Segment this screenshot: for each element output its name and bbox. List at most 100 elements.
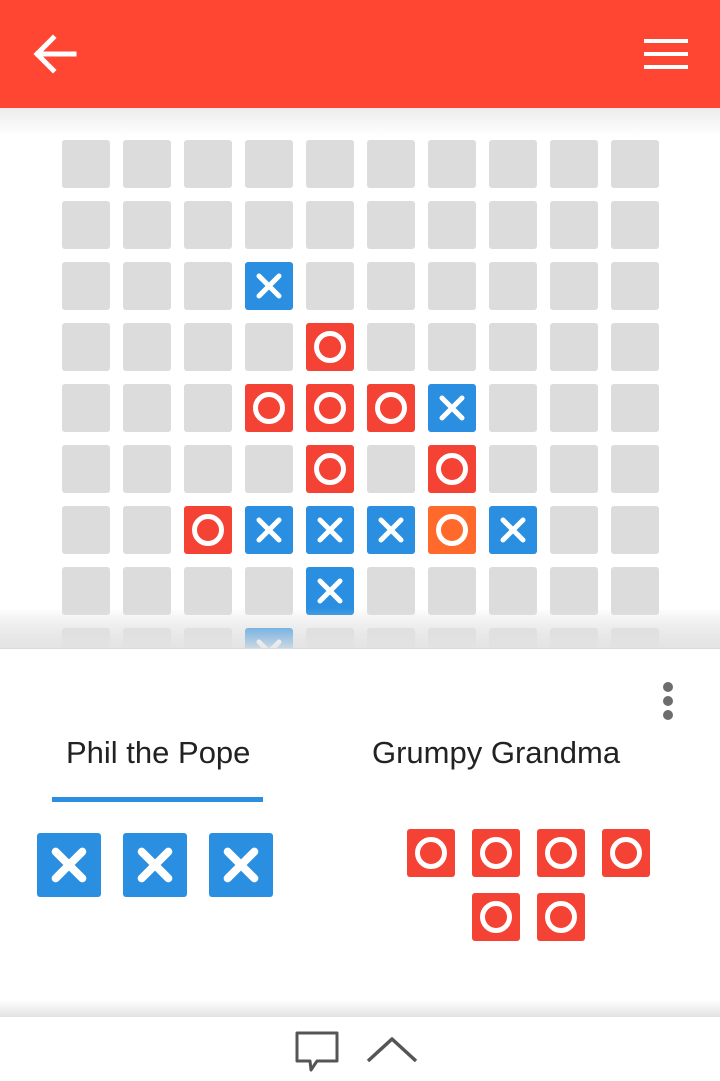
- expand-panel-button[interactable]: [364, 1031, 420, 1067]
- board-cell-empty[interactable]: [62, 506, 110, 554]
- board-cell-empty[interactable]: [611, 384, 659, 432]
- board-cell-empty[interactable]: [550, 262, 598, 310]
- board-cell-o[interactable]: [306, 323, 354, 371]
- board-cell-x[interactable]: [428, 384, 476, 432]
- board-cell-empty[interactable]: [428, 201, 476, 249]
- board-cell-empty[interactable]: [367, 262, 415, 310]
- board-cell-empty[interactable]: [611, 567, 659, 615]
- board-cell-empty[interactable]: [489, 201, 537, 249]
- board-cell-x[interactable]: [367, 506, 415, 554]
- board-cell-empty[interactable]: [550, 506, 598, 554]
- board-cell-empty[interactable]: [611, 201, 659, 249]
- o-mark-icon: [253, 392, 285, 424]
- board-cell-empty[interactable]: [184, 628, 232, 648]
- board-cell-empty[interactable]: [184, 323, 232, 371]
- board-cell-empty[interactable]: [245, 140, 293, 188]
- board-cell-empty[interactable]: [550, 140, 598, 188]
- board-cell-empty[interactable]: [245, 201, 293, 249]
- board-cell-empty[interactable]: [62, 567, 110, 615]
- board-cell-empty[interactable]: [428, 628, 476, 648]
- board-cell-empty[interactable]: [184, 140, 232, 188]
- back-button[interactable]: [28, 30, 82, 78]
- board-cell-empty[interactable]: [367, 628, 415, 648]
- board-cell-empty[interactable]: [489, 323, 537, 371]
- board-cell-empty[interactable]: [611, 445, 659, 493]
- board-cell-x[interactable]: [245, 506, 293, 554]
- board-cell-empty[interactable]: [62, 201, 110, 249]
- board-cell-empty[interactable]: [367, 323, 415, 371]
- board-cell-empty[interactable]: [62, 323, 110, 371]
- board-cell-empty[interactable]: [550, 445, 598, 493]
- board-cell-empty[interactable]: [489, 140, 537, 188]
- options-button[interactable]: [652, 677, 684, 725]
- x-mark-icon: [378, 517, 404, 543]
- board-cell-o[interactable]: [367, 384, 415, 432]
- board-cell-empty[interactable]: [550, 323, 598, 371]
- board-cell-empty[interactable]: [123, 323, 171, 371]
- board-cell-empty[interactable]: [550, 628, 598, 648]
- o-mark-icon: [314, 392, 346, 424]
- board-cell-empty[interactable]: [62, 384, 110, 432]
- board-cell-empty[interactable]: [611, 262, 659, 310]
- board-cell-empty[interactable]: [123, 262, 171, 310]
- board-cell-x[interactable]: [489, 506, 537, 554]
- board-cell-empty[interactable]: [245, 567, 293, 615]
- board-cell-empty[interactable]: [245, 323, 293, 371]
- board-cell-empty[interactable]: [184, 567, 232, 615]
- board-cell-empty[interactable]: [367, 445, 415, 493]
- o-mark-icon: [375, 392, 407, 424]
- board-cell-empty[interactable]: [611, 628, 659, 648]
- board-cell-empty[interactable]: [123, 201, 171, 249]
- chat-button[interactable]: [292, 1029, 342, 1075]
- board-cell-empty[interactable]: [123, 506, 171, 554]
- board-cell-empty[interactable]: [550, 567, 598, 615]
- board-cell-x[interactable]: [245, 262, 293, 310]
- board-cell-empty[interactable]: [428, 140, 476, 188]
- o-mark-icon: [314, 453, 346, 485]
- board-cell-o[interactable]: [184, 506, 232, 554]
- board-cell-empty[interactable]: [306, 140, 354, 188]
- board-cell-empty[interactable]: [611, 323, 659, 371]
- board-cell-empty[interactable]: [184, 445, 232, 493]
- board-cell-empty[interactable]: [306, 262, 354, 310]
- board-cell-empty[interactable]: [123, 445, 171, 493]
- board-cell-empty[interactable]: [489, 628, 537, 648]
- board-cell-empty[interactable]: [489, 262, 537, 310]
- board-cell-empty[interactable]: [611, 140, 659, 188]
- board-cell-empty[interactable]: [489, 384, 537, 432]
- board-cell-x[interactable]: [306, 567, 354, 615]
- board-cell-empty[interactable]: [428, 262, 476, 310]
- board-cell-empty[interactable]: [123, 140, 171, 188]
- board-cell-empty[interactable]: [306, 201, 354, 249]
- board-cell-empty[interactable]: [489, 445, 537, 493]
- board-cell-empty[interactable]: [428, 567, 476, 615]
- board-cell-o[interactable]: [428, 445, 476, 493]
- board-cell-o[interactable]: [245, 384, 293, 432]
- board-cell-empty[interactable]: [123, 384, 171, 432]
- board-cell-empty[interactable]: [62, 140, 110, 188]
- board-cell-empty[interactable]: [550, 201, 598, 249]
- board-cell-empty[interactable]: [367, 567, 415, 615]
- board-cell-empty[interactable]: [550, 384, 598, 432]
- board-cell-empty[interactable]: [428, 323, 476, 371]
- board-cell-empty[interactable]: [184, 262, 232, 310]
- board-cell-empty[interactable]: [489, 567, 537, 615]
- board-cell-empty[interactable]: [367, 201, 415, 249]
- board-cell-empty[interactable]: [62, 262, 110, 310]
- board-cell-x[interactable]: [245, 628, 293, 648]
- board-cell-empty[interactable]: [306, 628, 354, 648]
- menu-button[interactable]: [638, 32, 694, 76]
- board-cell-o[interactable]: [306, 445, 354, 493]
- board-cell-empty[interactable]: [123, 628, 171, 648]
- board-cell-empty[interactable]: [245, 445, 293, 493]
- board-cell-empty[interactable]: [184, 201, 232, 249]
- board-cell-o[interactable]: [306, 384, 354, 432]
- board-cell-empty[interactable]: [611, 506, 659, 554]
- board-cell-o-last-move[interactable]: [428, 506, 476, 554]
- board-cell-empty[interactable]: [184, 384, 232, 432]
- board-cell-empty[interactable]: [123, 567, 171, 615]
- board-cell-empty[interactable]: [62, 445, 110, 493]
- board-cell-empty[interactable]: [62, 628, 110, 648]
- board-cell-empty[interactable]: [367, 140, 415, 188]
- board-cell-x[interactable]: [306, 506, 354, 554]
